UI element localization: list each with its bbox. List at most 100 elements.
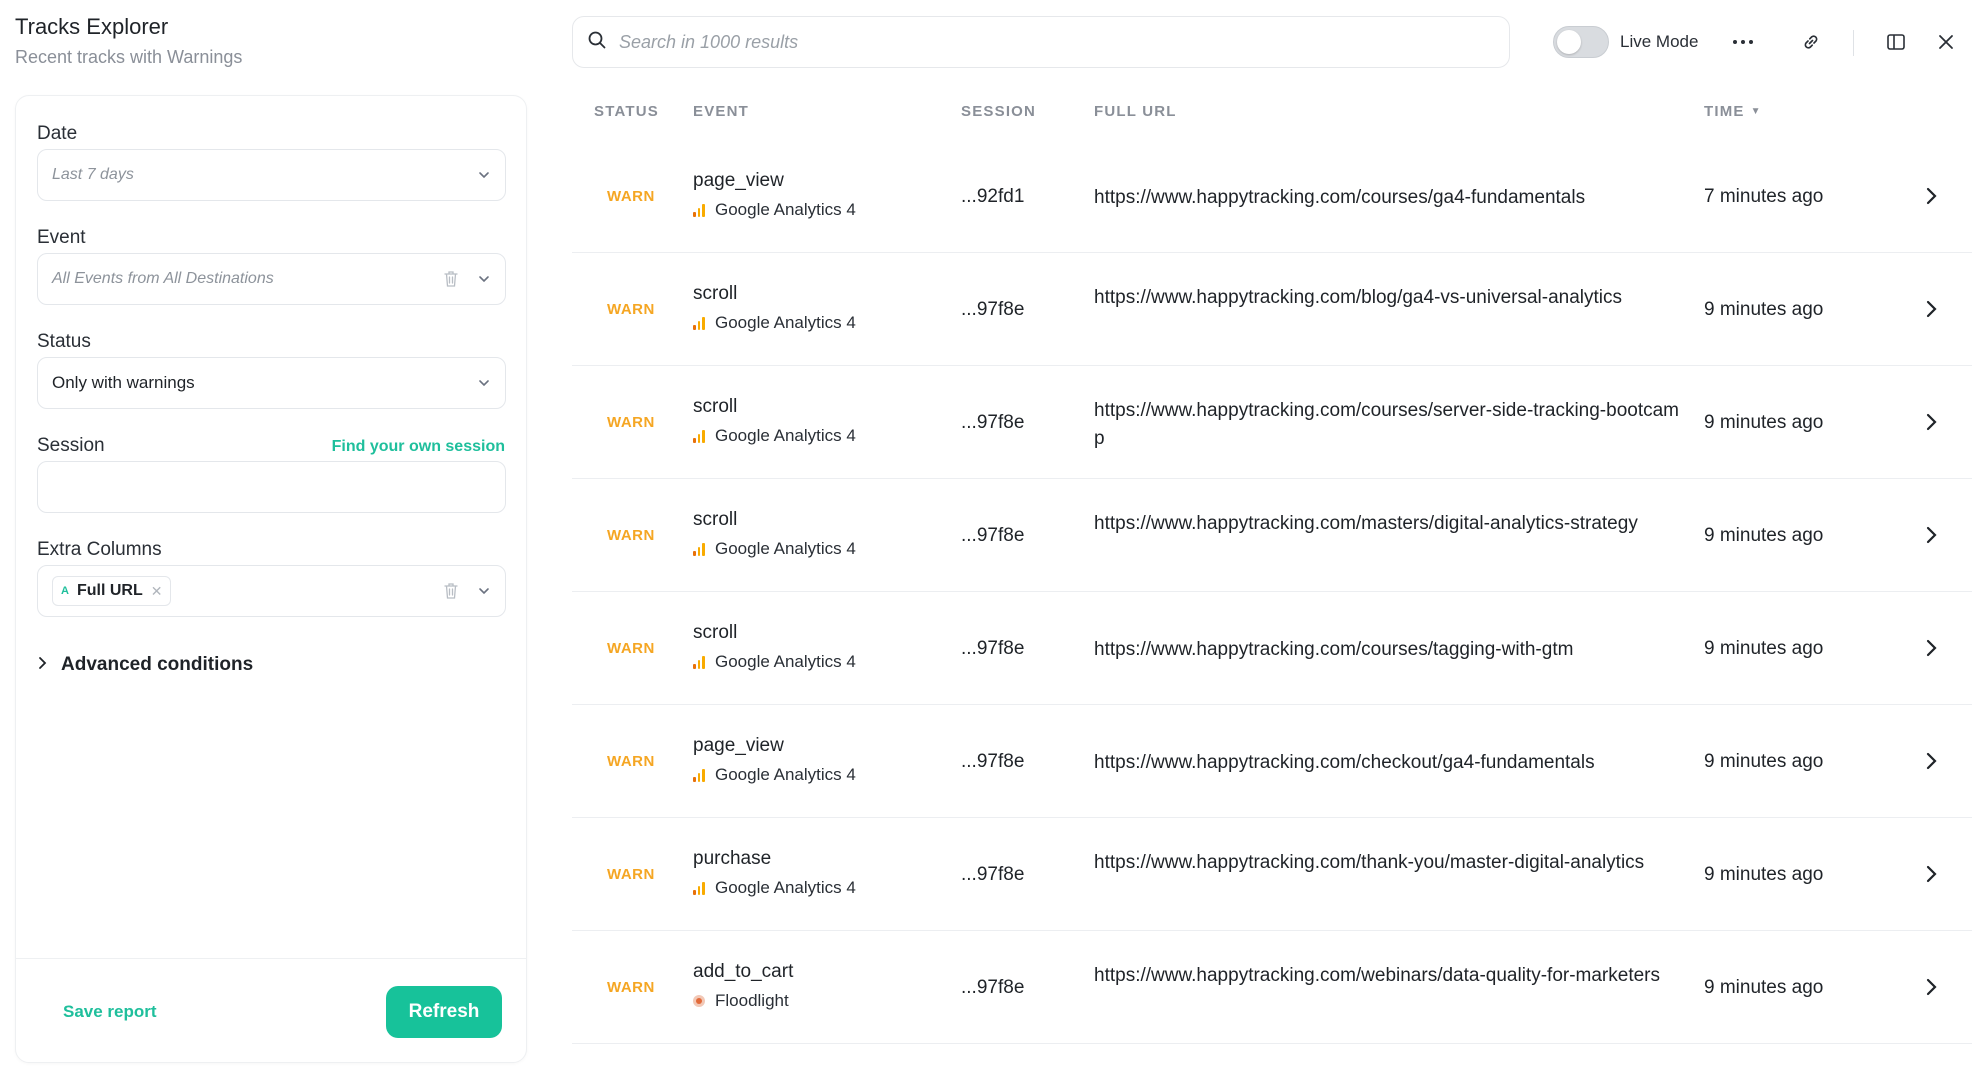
table-row[interactable]: WARN page_view Google Analytics 4 ...92fd1 h… [572,140,1972,253]
full-url: https://www.happytracking.com/thank-you/… [1094,852,1645,873]
destination-label: Google Analytics 4 [715,765,856,784]
destination-label: Google Analytics 4 [715,200,856,219]
link-icon[interactable] [1797,28,1825,56]
chevron-right-icon[interactable] [1920,975,1942,999]
table-row[interactable]: WARN purchase Google Analytics 4 ...97f8e ht… [572,818,1972,931]
table-row[interactable]: WARN add_to_cart Floodlight ...97f8e https:/… [572,931,1972,1044]
panel-divider [16,958,526,959]
google-analytics-icon [693,429,706,443]
session-id: ...97f8e [961,977,1025,998]
event-name: scroll [693,622,738,643]
full-url: https://www.happytracking.com/webinars/d… [1094,965,1661,986]
refresh-button[interactable]: Refresh [386,986,502,1038]
toggle-knob [1557,30,1581,54]
chevron-right-icon[interactable] [1920,862,1942,886]
filter-panel: Date Last 7 days Event All Events from A… [15,95,527,1063]
session-id: ...97f8e [961,412,1025,433]
close-icon[interactable]: ✕ [151,583,163,600]
close-icon[interactable] [1932,28,1960,56]
extra-columns-chips: A Full URL ✕ [52,576,443,606]
table-row[interactable]: WARN scroll Google Analytics 4 ...97f8e http… [572,366,1972,479]
full-url: https://www.happytracking.com/courses/ga… [1094,187,1586,208]
table-row[interactable]: WARN scroll Google Analytics 4 ...97f8e http… [572,479,1972,592]
chevron-right-icon[interactable] [1920,297,1942,321]
time-ago: 7 minutes ago [1704,186,1824,207]
column-header-time[interactable]: TIME ▼ [1704,103,1762,120]
find-session-link[interactable]: Find your own session [332,438,505,456]
event-destination: Floodlight [693,991,789,1011]
chevron-right-icon[interactable] [1920,523,1942,547]
event-destination: Google Analytics 4 [693,878,856,898]
time-ago: 9 minutes ago [1704,864,1824,885]
event-destination: Google Analytics 4 [693,426,856,446]
session-id: ...97f8e [961,299,1025,320]
event-select[interactable]: All Events from All Destinations [37,253,506,305]
event-name: page_view [693,170,784,191]
search-icon [587,30,607,55]
time-ago: 9 minutes ago [1704,977,1824,998]
chevron-right-icon[interactable] [1920,184,1942,208]
status-badge: WARN [607,866,655,883]
extra-columns-label: Extra Columns [37,539,162,560]
chevron-right-icon [37,654,47,676]
event-destination: Google Analytics 4 [693,200,856,220]
table-row[interactable]: WARN scroll Google Analytics 4 ...97f8e http… [572,592,1972,705]
search-input[interactable]: Search in 1000 results [572,16,1510,68]
time-ago: 9 minutes ago [1704,751,1824,772]
column-header-full-url: FULL URL [1094,103,1177,120]
chevron-down-icon [477,272,491,286]
sort-desc-icon: ▼ [1750,106,1762,117]
event-name: purchase [693,848,772,869]
column-header-session: SESSION [961,103,1037,120]
destination-label: Floodlight [715,991,789,1010]
destination-label: Google Analytics 4 [715,426,856,445]
google-analytics-icon [693,768,706,782]
advanced-conditions-toggle[interactable]: Advanced conditions [37,654,253,676]
more-options-icon[interactable] [1729,28,1757,56]
google-analytics-icon [693,655,706,669]
status-select[interactable]: Only with warnings [37,357,506,409]
event-label: Event [37,227,86,248]
time-ago: 9 minutes ago [1704,525,1824,546]
event-name: scroll [693,396,738,417]
status-label: Status [37,331,91,352]
full-url-chip[interactable]: A Full URL ✕ [52,576,172,606]
full-url: https://www.happytracking.com/courses/ta… [1094,639,1574,660]
column-header-event: EVENT [693,103,750,120]
page-title: Tracks Explorer [15,14,169,39]
tracks-explorer-app: Tracks Explorer Recent tracks with Warni… [0,0,1984,1072]
google-analytics-icon [693,203,706,217]
chevron-down-icon [477,376,491,390]
table-row[interactable]: WARN page_view Google Analytics 4 ...97f8e h… [572,705,1972,818]
status-select-value: Only with warnings [52,373,195,392]
toolbar-divider [1853,30,1854,56]
table-row[interactable]: WARN scroll Google Analytics 4 ...97f8e http… [572,253,1972,366]
advanced-conditions-label: Advanced conditions [61,654,254,675]
date-select[interactable]: Last 7 days [37,149,506,201]
session-id: ...97f8e [961,864,1025,885]
chip-label: Full URL [76,582,143,599]
chevron-down-icon [477,584,491,598]
session-label: Session [37,435,105,456]
chevron-right-icon[interactable] [1920,410,1942,434]
full-url: https://www.happytracking.com/checkout/g… [1094,752,1595,773]
chevron-down-icon [477,168,491,182]
live-mode-toggle[interactable] [1553,26,1609,58]
event-destination: Google Analytics 4 [693,539,856,559]
floodlight-icon [693,995,705,1007]
extra-columns-select[interactable]: A Full URL ✕ [37,565,506,617]
status-badge: WARN [607,414,655,431]
time-ago: 9 minutes ago [1704,412,1824,433]
panel-toggle-icon[interactable] [1882,28,1910,56]
session-input[interactable] [37,461,506,513]
trash-icon[interactable] [443,270,459,288]
event-name: scroll [693,509,738,530]
trash-icon[interactable] [443,582,459,600]
save-report-button[interactable]: Save report [63,1002,157,1022]
session-id: ...97f8e [961,751,1025,772]
full-url: https://www.happytracking.com/blog/ga4-v… [1094,287,1623,308]
chevron-right-icon[interactable] [1920,636,1942,660]
session-id: ...92fd1 [961,186,1025,207]
chevron-right-icon[interactable] [1920,749,1942,773]
destination-label: Google Analytics 4 [715,878,856,897]
